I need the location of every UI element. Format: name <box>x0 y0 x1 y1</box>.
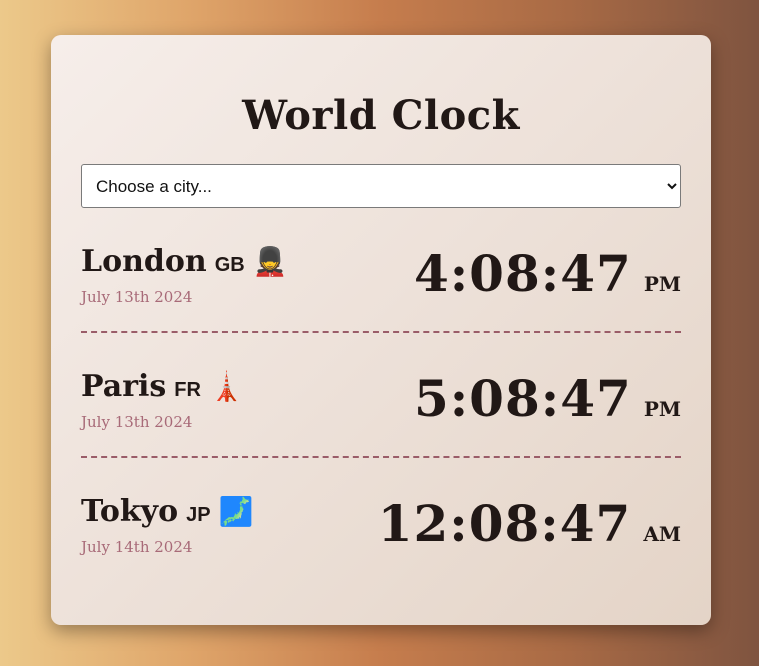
city-time: 4:08:47 PM <box>414 244 681 303</box>
city-row-paris: Paris FR 🗼 July 13th 2024 5:08:47 PM <box>81 333 681 458</box>
page-title: World Clock <box>242 92 520 139</box>
am-pm-label: PM <box>643 397 681 421</box>
city-row-london: London GB 💂 July 13th 2024 4:08:47 PM <box>81 208 681 333</box>
city-list: London GB 💂 July 13th 2024 4:08:47 PM Pa… <box>81 208 681 583</box>
world-clock-card: World Clock Choose a city... London GB 💂… <box>51 35 711 625</box>
country-code: GB <box>214 254 245 276</box>
city-heading: Tokyo JP 🗾 <box>81 494 253 529</box>
city-row-tokyo: Tokyo JP 🗾 July 14th 2024 12:08:47 AM <box>81 458 681 583</box>
city-time: 12:08:47 AM <box>378 494 681 553</box>
country-code: JP <box>186 504 211 526</box>
guard-icon: 💂 <box>252 245 288 278</box>
city-name: Tokyo <box>81 494 179 529</box>
time-value: 5:08:47 <box>413 369 632 428</box>
city-date: July 13th 2024 <box>81 288 193 306</box>
country-code: FR <box>174 379 201 401</box>
city-heading: London GB 💂 <box>81 244 288 279</box>
tower-icon: 🗼 <box>208 370 244 403</box>
city-name: London <box>81 244 207 279</box>
am-pm-label: AM <box>643 522 681 546</box>
city-time: 5:08:47 PM <box>414 369 681 428</box>
am-pm-label: PM <box>643 272 681 296</box>
time-value: 4:08:47 <box>413 244 632 303</box>
city-date: July 13th 2024 <box>81 413 193 431</box>
city-heading: Paris FR 🗼 <box>81 369 244 404</box>
city-date: July 14th 2024 <box>81 538 193 556</box>
city-select[interactable]: Choose a city... <box>81 164 681 208</box>
japan-map-icon: 🗾 <box>218 495 254 528</box>
city-name: Paris <box>81 369 167 404</box>
time-value: 12:08:47 <box>377 494 632 553</box>
